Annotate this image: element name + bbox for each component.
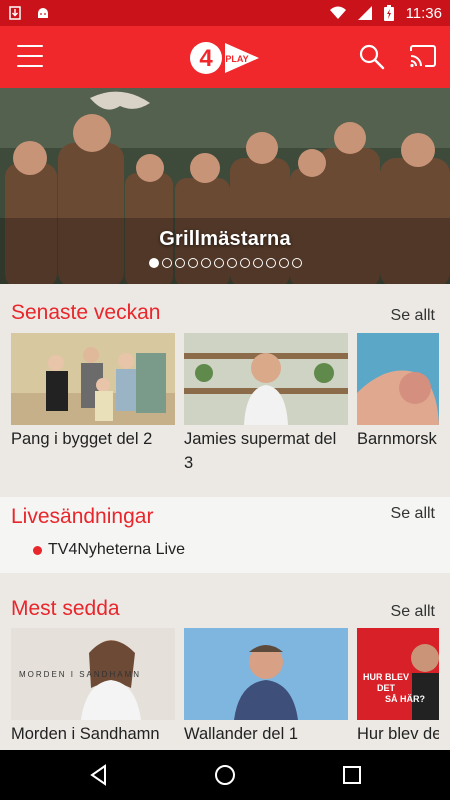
download-icon bbox=[9, 6, 21, 20]
signal-icon bbox=[357, 6, 372, 20]
program-thumbnail bbox=[357, 333, 439, 425]
search-icon[interactable] bbox=[358, 43, 386, 71]
program-card[interactable]: Jamies supermat del 3 bbox=[184, 333, 348, 475]
carousel-dot[interactable] bbox=[226, 258, 237, 268]
section-live: Livesändningar Se allt TV4Nyheterna Live bbox=[0, 497, 450, 573]
program-thumbnail: MORDEN I SANDHAMN bbox=[11, 628, 175, 720]
battery-charging-icon bbox=[383, 5, 394, 21]
navigation-bar bbox=[0, 750, 450, 800]
carousel-dot[interactable] bbox=[239, 258, 250, 268]
android-icon bbox=[38, 8, 48, 18]
svg-text:4: 4 bbox=[199, 45, 213, 72]
program-title: Pang i bygget del 2 bbox=[11, 430, 153, 448]
status-bar: 11:36 bbox=[0, 0, 450, 26]
program-thumbnail bbox=[184, 333, 348, 425]
carousel-dot[interactable] bbox=[187, 258, 198, 268]
thumbnail-overlay-text: HUR BLEV bbox=[363, 672, 410, 682]
program-card[interactable]: Pang i bygget del 2 bbox=[11, 333, 175, 451]
carousel-dot[interactable] bbox=[265, 258, 276, 268]
program-title: Barnmorsk bbox=[357, 430, 437, 448]
section-title: Mest sedda bbox=[11, 597, 120, 620]
live-indicator-icon bbox=[33, 545, 42, 555]
program-thumbnail bbox=[11, 333, 175, 425]
live-item[interactable]: TV4Nyheterna Live bbox=[33, 541, 185, 559]
program-title: Morden i Sandhamn bbox=[11, 725, 160, 743]
svg-text:PLAY: PLAY bbox=[225, 54, 248, 64]
recents-icon[interactable] bbox=[340, 763, 364, 787]
wifi-icon bbox=[329, 6, 346, 19]
program-card[interactable]: MORDEN I SANDHAMN Morden i Sandhamn bbox=[11, 628, 175, 746]
program-title: Wallander del 1 bbox=[184, 725, 299, 743]
home-icon[interactable] bbox=[213, 763, 237, 787]
section-title: Livesändningar bbox=[11, 505, 154, 528]
program-thumbnail bbox=[184, 628, 348, 720]
program-card[interactable]: Barnmorsk bbox=[357, 333, 439, 451]
carousel-dot[interactable] bbox=[200, 258, 211, 268]
cast-icon[interactable] bbox=[408, 43, 438, 71]
section-recent: Senaste veckan Se allt Pang i bygget del… bbox=[0, 285, 450, 495]
section-title: Senaste veckan bbox=[11, 301, 161, 324]
carousel-dot[interactable] bbox=[161, 258, 172, 268]
menu-icon[interactable] bbox=[17, 45, 43, 67]
status-time: 11:36 bbox=[405, 4, 442, 22]
thumbnail-overlay-text: DET bbox=[377, 683, 395, 693]
see-all-button[interactable]: Se allt bbox=[391, 603, 435, 621]
program-thumbnail: HUR BLEV DET SÅ HÄR? bbox=[357, 628, 439, 720]
carousel-dot[interactable] bbox=[252, 258, 263, 268]
program-title: Jamies supermat del 3 bbox=[184, 430, 337, 472]
hero-banner[interactable]: Grillmästarna bbox=[0, 88, 450, 284]
carousel-dots bbox=[0, 258, 450, 268]
thumbnail-overlay-text: MORDEN I SANDHAMN bbox=[19, 670, 142, 679]
see-all-button[interactable]: Se allt bbox=[391, 307, 435, 325]
carousel-dot[interactable] bbox=[174, 258, 185, 268]
program-card[interactable]: Wallander del 1 bbox=[184, 628, 348, 746]
see-all-button[interactable]: Se allt bbox=[391, 505, 435, 523]
carousel-dot[interactable] bbox=[213, 258, 224, 268]
carousel-dot[interactable] bbox=[278, 258, 289, 268]
hero-title: Grillmästarna bbox=[159, 228, 291, 250]
program-card[interactable]: HUR BLEV DET SÅ HÄR? Hur blev de bbox=[357, 628, 439, 746]
live-item-title: TV4Nyheterna Live bbox=[48, 541, 185, 558]
program-title: Hur blev de bbox=[357, 725, 439, 743]
tv4-play-logo[interactable]: 4 PLAY bbox=[189, 40, 261, 76]
section-popular: Mest sedda Se allt MORDEN I SANDHAMN Mor… bbox=[0, 575, 450, 750]
app-bar: 4 PLAY bbox=[0, 26, 450, 88]
thumbnail-overlay-text: SÅ HÄR? bbox=[385, 694, 425, 704]
back-icon[interactable] bbox=[87, 763, 111, 787]
carousel-dot[interactable] bbox=[148, 258, 159, 268]
carousel-dot[interactable] bbox=[291, 258, 302, 268]
hero-image bbox=[0, 88, 450, 284]
